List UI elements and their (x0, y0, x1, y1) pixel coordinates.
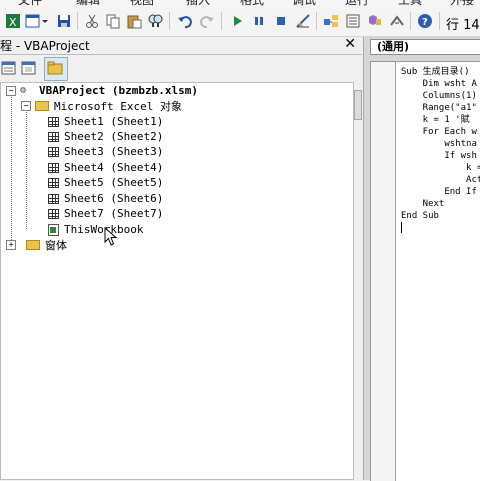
tree-node-excel-objects[interactable]: − Microsoft Excel 对象 (21, 98, 182, 113)
code-line: Range("a1" (401, 103, 477, 113)
toggle-folders-icon[interactable] (44, 57, 68, 81)
collapse-icon[interactable]: − (6, 85, 16, 96)
copy-icon[interactable] (104, 12, 122, 30)
sheet-label: Sheet6 (Sheet6) (64, 192, 164, 205)
sheet-label: Sheet2 (Sheet2) (64, 130, 164, 143)
text-caret (401, 222, 402, 233)
object-combo-value: (通用) (377, 40, 410, 53)
panel-title-bar[interactable]: 程 - VBAProject ✕ (0, 36, 362, 55)
toolbar-separator (221, 12, 222, 30)
view-code-icon[interactable] (0, 59, 18, 77)
code-line: Next (401, 199, 445, 209)
code-line: Sub 生成目录() (401, 67, 470, 77)
sheet-label: Sheet5 (Sheet5) (64, 176, 164, 189)
tree-guide-line (11, 89, 12, 242)
code-line: Acti (401, 175, 480, 185)
object-combo[interactable]: (通用) (370, 39, 480, 55)
code-window: (通用) Sub 生成目录() Dim wsht A Columns(1) Ra… (363, 37, 480, 481)
worksheet-icon (48, 146, 59, 157)
project-tree[interactable]: − ⚙ VBAProject (bzmbzb.xlsm) − Microsoft… (0, 82, 354, 480)
cut-icon[interactable] (83, 12, 101, 30)
collapse-icon[interactable]: − (21, 100, 31, 111)
view-object-icon[interactable] (20, 59, 38, 77)
undo-icon[interactable] (176, 12, 194, 30)
worksheet-icon (48, 131, 59, 142)
redo-icon[interactable] (198, 12, 216, 30)
code-line: End If (401, 187, 477, 197)
folder-label: Microsoft Excel 对象 (54, 99, 182, 113)
save-icon[interactable] (55, 12, 73, 30)
svg-text:?: ? (422, 17, 428, 28)
tree-node-sheet6[interactable]: Sheet6 (Sheet6) (48, 191, 163, 206)
worksheet-icon (48, 208, 59, 219)
run-icon[interactable] (228, 12, 246, 30)
tree-node-forms[interactable]: + 窗体 (6, 237, 67, 252)
tree-node-sheet3[interactable]: Sheet3 (Sheet3) (48, 144, 163, 159)
vba-project-icon: ⚙ (20, 85, 27, 96)
standard-toolbar: X ? 行 14 (0, 6, 480, 37)
toolbar-separator (77, 12, 78, 30)
help-icon[interactable]: ? (416, 12, 434, 30)
tree-node-sheet7[interactable]: Sheet7 (Sheet7) (48, 206, 163, 221)
object-browser-icon[interactable] (366, 12, 384, 30)
worksheet-icon (48, 177, 59, 188)
toolbox-icon[interactable] (388, 12, 406, 30)
sheet-label: Sheet7 (Sheet7) (64, 207, 164, 220)
tree-node-sheet4[interactable]: Sheet4 (Sheet4) (48, 160, 163, 175)
tree-node-thisworkbook[interactable]: ThisWorkbook (48, 222, 143, 237)
tree-node-sheet5[interactable]: Sheet5 (Sheet5) (48, 175, 163, 190)
code-line: Columns(1) (401, 91, 477, 101)
sheet-label: Sheet3 (Sheet3) (64, 145, 164, 158)
worksheet-icon (48, 162, 59, 173)
tree-node-sheet2[interactable]: Sheet2 (Sheet2) (48, 129, 163, 144)
toolbar-separator (169, 12, 170, 30)
code-line: Dim wsht A (401, 79, 477, 89)
tree-guide-line (26, 105, 27, 229)
code-editor[interactable]: Sub 生成目录() Dim wsht A Columns(1) Range("… (370, 61, 480, 481)
design-mode-icon[interactable] (294, 12, 312, 30)
mouse-cursor-icon (104, 227, 118, 246)
find-icon[interactable] (146, 12, 164, 30)
folder-icon (35, 100, 49, 111)
expand-icon[interactable]: + (6, 239, 16, 250)
project-explorer-panel: 程 - VBAProject ✕ − ⚙ VBAProject (bzmbzb.… (0, 36, 362, 480)
cursor-position-label: 行 14 (446, 18, 480, 33)
worksheet-icon (48, 116, 59, 127)
svg-text:X: X (9, 16, 17, 29)
tree-scrollbar-thumb[interactable] (354, 90, 362, 120)
toolbar-separator (316, 12, 317, 30)
excel-icon[interactable]: X (4, 12, 22, 30)
toolbar-separator (410, 12, 411, 30)
close-icon[interactable]: ✕ (344, 36, 356, 52)
sheet-label: Sheet4 (Sheet4) (64, 161, 164, 174)
code-margin-bar[interactable] (371, 62, 396, 481)
code-line: End Sub (401, 211, 439, 221)
sheet-label: Sheet1 (Sheet1) (64, 115, 164, 128)
code-line: k = (401, 163, 480, 173)
project-explorer-toolbar (0, 55, 362, 81)
code-line: wshtna (401, 139, 477, 149)
code-line: k = 1 '賦 (401, 115, 470, 125)
workbook-icon (48, 223, 59, 236)
code-line: For Each w (401, 127, 477, 137)
tree-node-sheet1[interactable]: Sheet1 (Sheet1) (48, 114, 163, 129)
tree-node-project[interactable]: − ⚙ VBAProject (bzmbzb.xlsm) (6, 83, 198, 98)
project-explorer-icon[interactable] (322, 12, 340, 30)
folder-icon (26, 239, 40, 250)
insert-userform-icon[interactable] (25, 12, 49, 30)
break-icon[interactable] (250, 12, 268, 30)
worksheet-icon (48, 193, 59, 204)
toolbar-separator (439, 12, 440, 30)
paste-icon[interactable] (125, 12, 143, 30)
properties-icon[interactable] (344, 12, 362, 30)
project-label: VBAProject (bzmbzb.xlsm) (39, 84, 198, 97)
reset-icon[interactable] (272, 12, 290, 30)
code-line: If wsh (401, 151, 477, 161)
panel-title: 程 - VBAProject (0, 39, 90, 53)
folder-label: 窗体 (45, 238, 67, 252)
